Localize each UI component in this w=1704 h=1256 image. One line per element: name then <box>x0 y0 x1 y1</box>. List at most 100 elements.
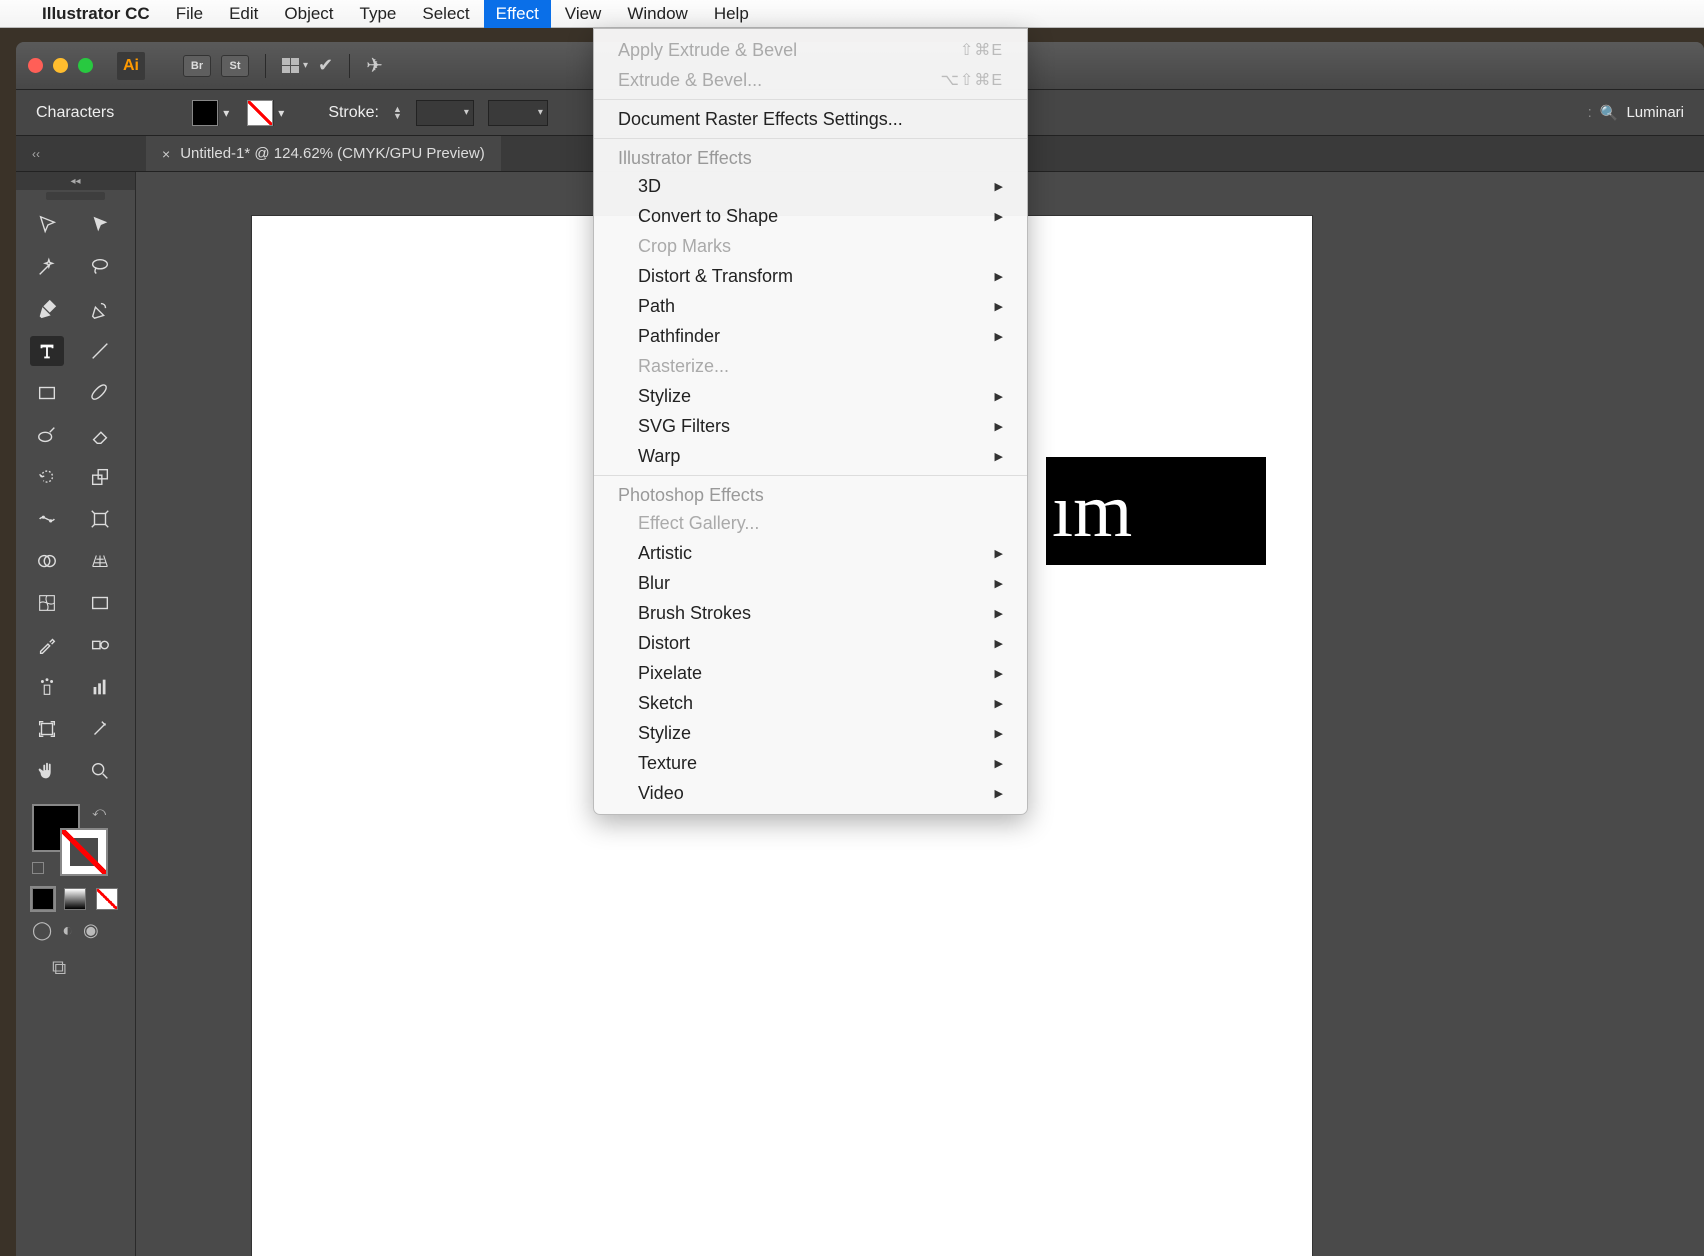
menu-header-illustrator-effects: Illustrator Effects <box>594 143 1027 171</box>
curvature-tool[interactable] <box>83 294 117 324</box>
screen-mode-button[interactable]: ⧉ <box>16 949 135 980</box>
direct-selection-tool[interactable] <box>83 210 117 240</box>
eyedropper-tool[interactable] <box>30 630 64 660</box>
menu-3d[interactable]: 3D <box>594 171 1027 201</box>
color-mode-none[interactable] <box>96 888 118 910</box>
shaper-tool[interactable] <box>30 420 64 450</box>
symbol-sprayer-tool[interactable] <box>30 672 64 702</box>
close-window-button[interactable] <box>28 58 43 73</box>
menu-select[interactable]: Select <box>422 4 469 24</box>
blend-tool[interactable] <box>83 630 117 660</box>
selection-tool[interactable] <box>30 210 64 240</box>
sync-settings-icon[interactable]: ✈ <box>366 53 383 78</box>
menu-svg-filters[interactable]: SVG Filters <box>594 411 1027 441</box>
close-tab-icon[interactable]: × <box>162 146 170 162</box>
free-transform-tool[interactable] <box>83 504 117 534</box>
draw-inside-icon[interactable]: ◉ <box>83 920 99 941</box>
menu-pathfinder[interactable]: Pathfinder <box>594 321 1027 351</box>
menu-stylize-ps[interactable]: Stylize <box>594 718 1027 748</box>
menu-texture[interactable]: Texture <box>594 748 1027 778</box>
menu-file[interactable]: File <box>176 4 203 24</box>
stroke-color-dropdown[interactable]: ▾ <box>247 100 288 126</box>
chevron-down-icon: ▾ <box>218 100 233 126</box>
shape-builder-tool[interactable] <box>30 546 64 576</box>
tools-grip[interactable] <box>46 192 105 200</box>
default-fill-stroke-icon[interactable] <box>32 862 44 874</box>
menu-view[interactable]: View <box>565 4 602 24</box>
paintbrush-tool[interactable] <box>83 378 117 408</box>
stroke-weight-spinner[interactable]: ▲▼ <box>393 106 402 120</box>
perspective-grid-tool[interactable] <box>83 546 117 576</box>
draw-behind-icon[interactable]: ◐ <box>62 920 73 941</box>
font-name-field[interactable]: Luminari <box>1626 104 1684 121</box>
slice-tool[interactable] <box>83 714 117 744</box>
bridge-button[interactable]: Br <box>183 55 211 77</box>
maximize-window-button[interactable] <box>78 58 93 73</box>
menu-effect-gallery: Effect Gallery... <box>594 508 1027 538</box>
fill-stroke-control[interactable]: ⤺ <box>32 804 108 876</box>
app-menu[interactable]: Illustrator CC <box>42 4 150 24</box>
swap-fill-stroke-icon[interactable]: ⤺ <box>92 804 106 820</box>
menu-distort-ps[interactable]: Distort <box>594 628 1027 658</box>
menu-convert-to-shape[interactable]: Convert to Shape <box>594 201 1027 231</box>
menu-object[interactable]: Object <box>284 4 333 24</box>
effect-dropdown-menu: Apply Extrude & Bevel⇧⌘E Extrude & Bevel… <box>593 28 1028 815</box>
separator <box>349 54 350 78</box>
artboard-tool[interactable] <box>30 714 64 744</box>
menu-doc-raster-settings[interactable]: Document Raster Effects Settings... <box>594 104 1027 134</box>
chevron-down-icon: ▾ <box>273 100 288 126</box>
eraser-tool[interactable] <box>83 420 117 450</box>
lasso-tool[interactable] <box>83 252 117 282</box>
menu-artistic[interactable]: Artistic <box>594 538 1027 568</box>
window-controls <box>28 58 93 73</box>
gradient-tool[interactable] <box>83 588 117 618</box>
width-tool[interactable] <box>30 504 64 534</box>
tools-collapse-tab[interactable]: ◂◂ <box>16 172 135 190</box>
stroke-swatch-large[interactable] <box>60 828 108 876</box>
pen-tool[interactable] <box>30 294 64 324</box>
draw-normal-icon[interactable]: ◯ <box>32 920 52 941</box>
menu-type[interactable]: Type <box>360 4 397 24</box>
column-graph-tool[interactable] <box>83 672 117 702</box>
menu-effect[interactable]: Effect <box>484 0 551 28</box>
arrange-documents-button[interactable]: ▾ <box>282 58 308 73</box>
menu-window[interactable]: Window <box>627 4 687 24</box>
type-tool[interactable] <box>30 336 64 366</box>
illustrator-app-icon: Ai <box>117 52 145 80</box>
menu-path[interactable]: Path <box>594 291 1027 321</box>
menu-rasterize: Rasterize... <box>594 351 1027 381</box>
rotate-tool[interactable] <box>30 462 64 492</box>
menu-blur[interactable]: Blur <box>594 568 1027 598</box>
variable-width-profile-dropdown[interactable]: ▾ <box>488 100 548 126</box>
panel-collapse-toggle[interactable]: ‹‹ <box>16 147 56 161</box>
gpu-performance-icon[interactable]: ✔ <box>318 55 333 76</box>
magic-wand-tool[interactable] <box>30 252 64 282</box>
menu-stylize-ai[interactable]: Stylize <box>594 381 1027 411</box>
menu-pixelate[interactable]: Pixelate <box>594 658 1027 688</box>
color-mode-gradient[interactable] <box>64 888 86 910</box>
line-segment-tool[interactable] <box>83 336 117 366</box>
menu-edit[interactable]: Edit <box>229 4 258 24</box>
stroke-weight-dropdown[interactable]: ▾ <box>416 100 474 126</box>
scale-tool[interactable] <box>83 462 117 492</box>
stock-button[interactable]: St <box>221 55 249 77</box>
menu-header-photoshop-effects: Photoshop Effects <box>594 480 1027 508</box>
color-mode-solid[interactable] <box>32 888 54 910</box>
mesh-tool[interactable] <box>30 588 64 618</box>
rectangle-tool[interactable] <box>30 378 64 408</box>
hand-tool[interactable] <box>30 756 64 786</box>
minimize-window-button[interactable] <box>53 58 68 73</box>
fill-color-dropdown[interactable]: ▾ <box>192 100 233 126</box>
font-search[interactable]: : 🔍 Luminari <box>1588 104 1684 122</box>
control-mode-label: Characters <box>36 104 114 122</box>
zoom-tool[interactable] <box>83 756 117 786</box>
menu-warp[interactable]: Warp <box>594 441 1027 471</box>
menu-separator <box>594 475 1027 476</box>
menu-video[interactable]: Video <box>594 778 1027 808</box>
document-tab[interactable]: × Untitled-1* @ 124.62% (CMYK/GPU Previe… <box>146 136 501 171</box>
menu-sketch[interactable]: Sketch <box>594 688 1027 718</box>
text-object[interactable]: ım <box>1046 457 1266 565</box>
menu-brush-strokes[interactable]: Brush Strokes <box>594 598 1027 628</box>
menu-help[interactable]: Help <box>714 4 749 24</box>
menu-distort-transform[interactable]: Distort & Transform <box>594 261 1027 291</box>
